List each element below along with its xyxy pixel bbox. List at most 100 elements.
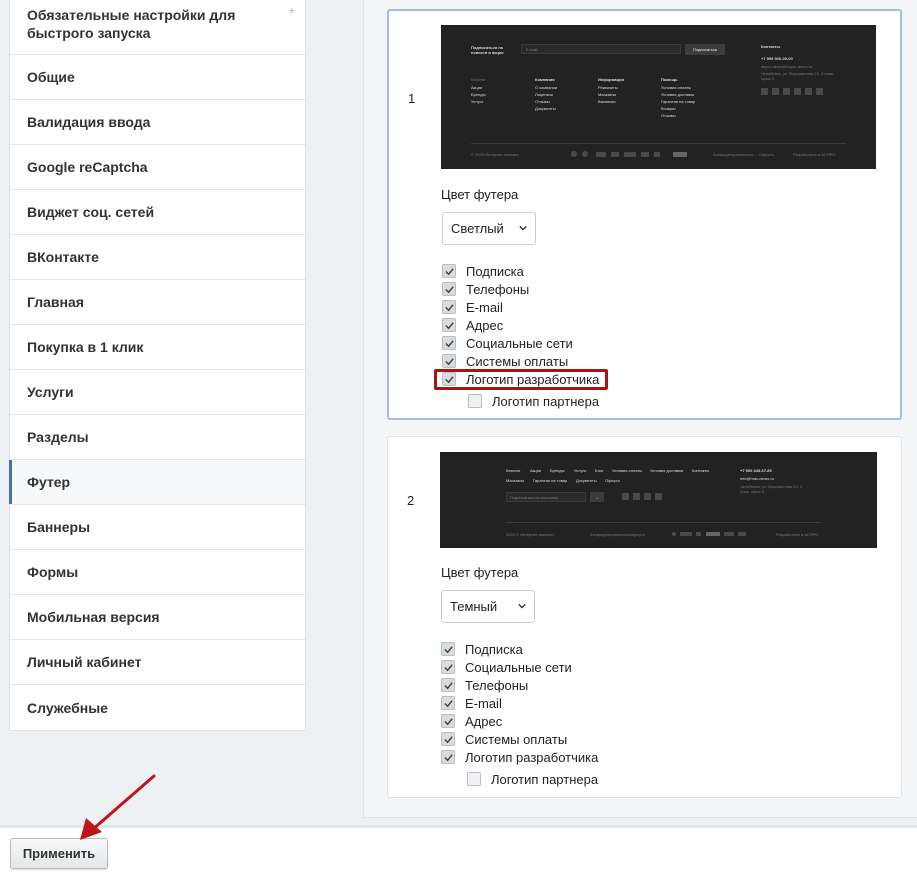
preview-catalog-1: Акции	[471, 85, 483, 90]
sidebar-item-one-click-buy[interactable]: Покупка в 1 клик	[10, 325, 305, 370]
footer-color-select-1[interactable]: Светлый	[442, 212, 536, 245]
footer-preview-image-2[interactable]: Каталог Акции Бренды Услуги Блог Условия…	[440, 452, 877, 548]
checkbox[interactable]	[441, 750, 455, 764]
sidebar-item-service[interactable]: Служебные	[10, 685, 305, 730]
sidebar-item-label: ВКонтакте	[27, 249, 99, 265]
option-address-1[interactable]: Адрес	[442, 316, 503, 334]
option-social-1[interactable]: Социальные сети	[442, 334, 573, 352]
checkbox[interactable]	[441, 660, 455, 674]
option-email-2[interactable]: E-mail	[441, 694, 502, 712]
checkbox[interactable]	[442, 282, 456, 296]
sidebar-item-forms[interactable]: Формы	[10, 550, 305, 595]
option-email-1[interactable]: E-mail	[442, 298, 503, 316]
checkbox[interactable]	[442, 318, 456, 332]
sidebar-item-general[interactable]: Общие	[10, 55, 305, 100]
annotation-arrow-icon	[80, 774, 156, 840]
checkmark-icon	[443, 699, 453, 707]
sidebar-item-label: Услуги	[27, 384, 74, 400]
sidebar-item-social-widget[interactable]: Виджет соц. сетей	[10, 190, 305, 235]
preview-policy-link: Конфиденциальность	[713, 152, 754, 157]
sidebar-item-label: Обязательные настройки для быстрого запу…	[27, 7, 236, 41]
checkbox[interactable]	[441, 732, 455, 746]
preview-social-icon	[633, 493, 640, 500]
option-label: Социальные сети	[465, 659, 572, 675]
sidebar-item-label: Баннеры	[27, 519, 91, 535]
checkbox[interactable]	[468, 394, 482, 408]
sidebar-item-home[interactable]: Главная	[10, 280, 305, 325]
sidebar-item-input-validation[interactable]: Валидация ввода	[10, 100, 305, 145]
sidebar-item-sections[interactable]: Разделы	[10, 415, 305, 460]
payment-icon	[680, 532, 692, 536]
checkbox[interactable]	[442, 264, 456, 278]
option-phones-2[interactable]: Телефоны	[441, 676, 528, 694]
payment-icon	[706, 532, 720, 536]
preview-policy-link: Конфиденциальность	[590, 532, 631, 537]
option-label: Логотип партнера	[491, 771, 599, 787]
payment-icon	[654, 152, 660, 157]
checkbox[interactable]	[441, 696, 455, 710]
option-subscribe-2[interactable]: Подписка	[441, 640, 523, 658]
sidebar-item-mobile[interactable]: Мобильная версия	[10, 595, 305, 640]
checkbox[interactable]	[441, 678, 455, 692]
preview-email: aspro-demo@aspro-demo.ru	[761, 64, 813, 69]
option-social-2[interactable]: Социальные сети	[441, 658, 572, 676]
footer-preview-image-1[interactable]: Подписаться на новости и акции E-mail По…	[441, 25, 876, 169]
option-partner-logo-2[interactable]: Логотип партнера	[467, 770, 598, 788]
checkbox[interactable]	[442, 300, 456, 314]
sidebar-item-account[interactable]: Личный кабинет	[10, 640, 305, 685]
preview-menu-item: Гарантия на товар	[533, 478, 568, 483]
payment-icon	[738, 532, 746, 536]
option-subscribe-1[interactable]: Подписка	[442, 262, 524, 280]
preview-menu-item: Условия оплаты	[612, 468, 643, 473]
sidebar-item-banners[interactable]: Баннеры	[10, 505, 305, 550]
preview-social-icon	[805, 88, 812, 95]
checkmark-icon	[443, 735, 453, 743]
payment-icon	[624, 152, 636, 157]
option-dev-logo-2[interactable]: Логотип разработчика	[441, 748, 598, 766]
option-label: Адрес	[466, 317, 504, 333]
payment-icon	[571, 151, 577, 157]
option-label: Системы оплаты	[465, 731, 568, 747]
option-label: Телефоны	[466, 281, 530, 297]
option-address-2[interactable]: Адрес	[441, 712, 502, 730]
sidebar-item-label: Google reCaptcha	[27, 159, 148, 175]
checkbox[interactable]	[441, 642, 455, 656]
sidebar-item-label: Служебные	[27, 699, 108, 716]
preview-catalog-2: Бренды	[471, 92, 486, 97]
option-phones-1[interactable]: Телефоны	[442, 280, 529, 298]
checkbox[interactable]	[467, 772, 481, 786]
option-payments-1[interactable]: Системы оплаты	[442, 352, 568, 370]
footer-color-label: Цвет футера	[441, 565, 519, 580]
preview-subscribe-input: Подписаться на рассылку	[506, 492, 586, 502]
sidebar-item-vkontakte[interactable]: ВКонтакте	[10, 235, 305, 280]
option-partner-logo-1[interactable]: Логотип партнера	[468, 392, 599, 410]
preview-menu-item: Блог	[595, 468, 604, 473]
option-payments-2[interactable]: Системы оплаты	[441, 730, 567, 748]
preview-email-input: E-mail	[521, 44, 681, 54]
chevron-down-icon	[518, 603, 526, 609]
footer-color-select-2[interactable]: Темный	[441, 590, 535, 623]
preview-phone: +7 900 345-67-89	[740, 468, 772, 473]
sidebar-item-quick-start[interactable]: Обязательные настройки для быстрого запу…	[10, 0, 305, 55]
checkmark-icon	[444, 321, 454, 329]
sidebar-item-footer[interactable]: Футер	[9, 460, 305, 505]
checkmark-icon	[443, 717, 453, 725]
preview-divider	[506, 522, 821, 523]
option-label: E-mail	[466, 299, 503, 315]
preview-col-link: Реквизиты	[598, 85, 618, 90]
option-label: Подписка	[466, 263, 524, 279]
preview-social-icon	[816, 88, 823, 95]
sidebar-item-label: Покупка в 1 клик	[27, 339, 144, 355]
checkbox[interactable]	[442, 354, 456, 368]
preview-catalog-3: Услуги	[471, 99, 484, 104]
select-value: Темный	[450, 599, 498, 614]
preview-col-link: Гарантия на товар	[661, 99, 696, 104]
sidebar-item-services[interactable]: Услуги	[10, 370, 305, 415]
sidebar-item-recaptcha[interactable]: Google reCaptcha	[10, 145, 305, 190]
checkbox[interactable]	[441, 714, 455, 728]
preview-menu-item: Услуги	[574, 468, 587, 473]
checkbox[interactable]	[442, 336, 456, 350]
sidebar-item-label: Формы	[27, 564, 79, 580]
preview-menu-item: Бренды	[550, 468, 565, 473]
preview-menu-item: Оферта	[605, 478, 620, 483]
